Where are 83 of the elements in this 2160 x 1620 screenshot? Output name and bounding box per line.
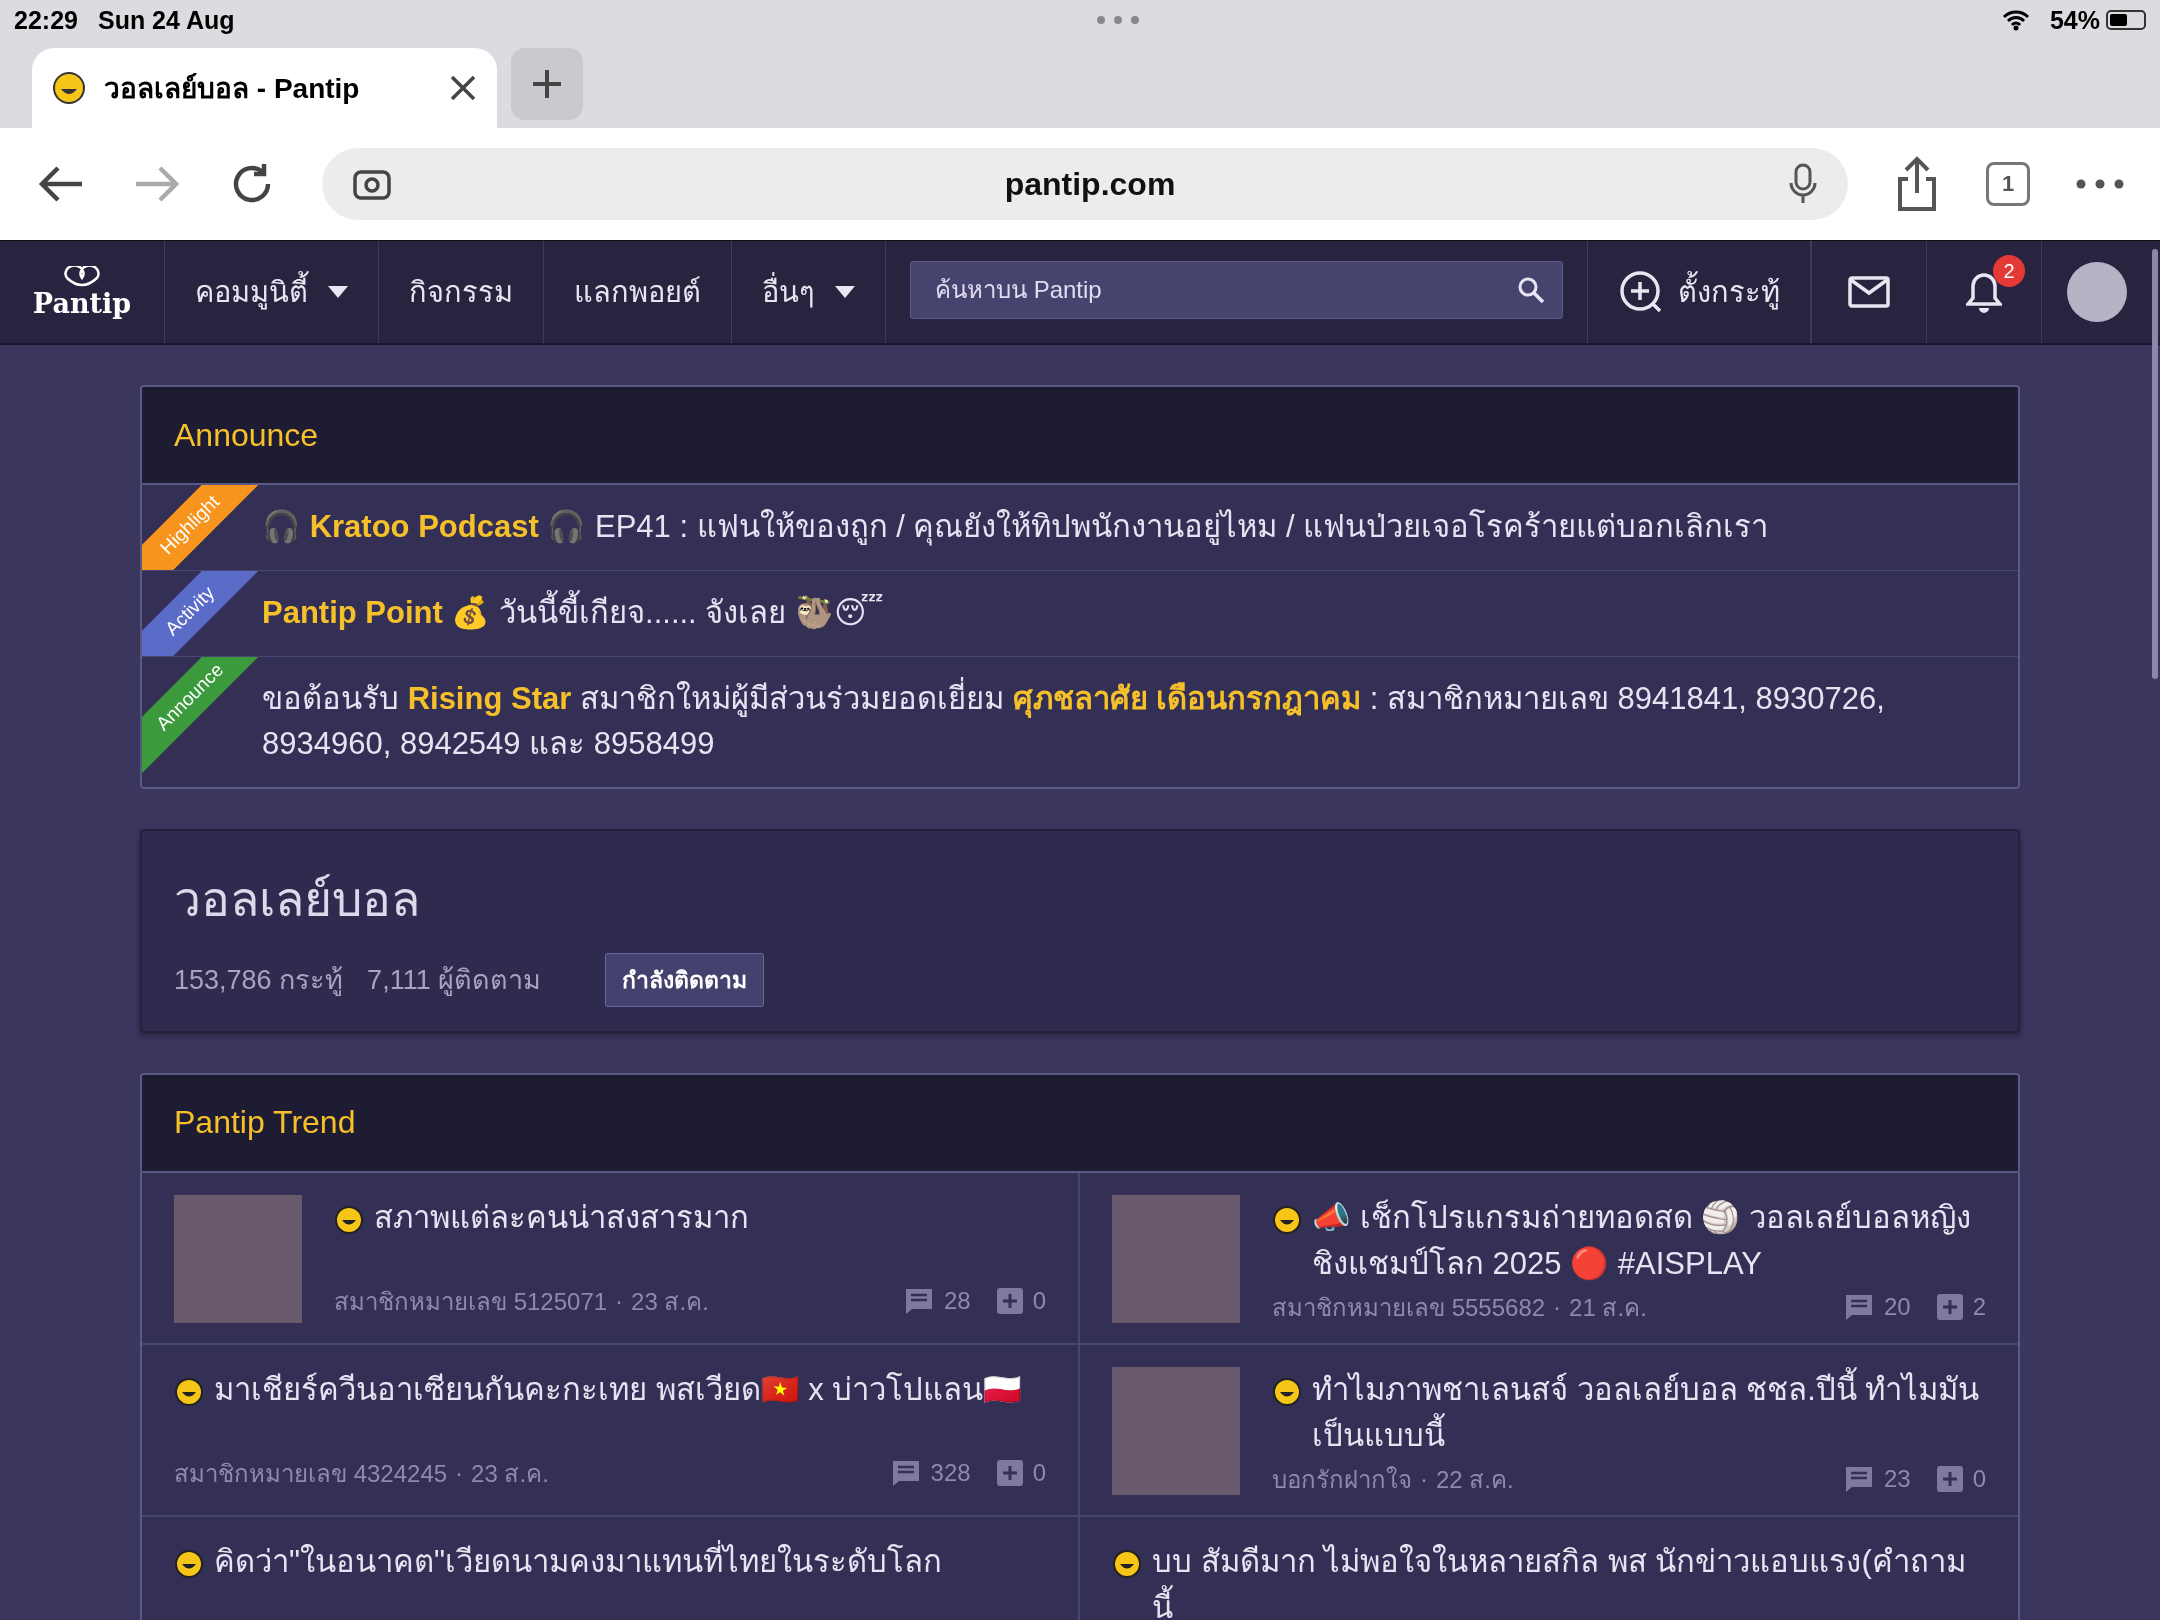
wifi-icon — [2001, 9, 2030, 31]
close-icon[interactable] — [449, 74, 477, 102]
post-date: 23 ส.ค. — [471, 1458, 549, 1489]
more-icon[interactable] — [2076, 179, 2124, 189]
author-name[interactable]: สมาชิกหมายเลข 5125071 — [334, 1281, 608, 1321]
tab-count-button[interactable]: 1 — [1986, 162, 2030, 206]
follower-count: 7,111 ผู้ติดตาม — [367, 964, 542, 998]
separator-dot: · — [1553, 1293, 1562, 1322]
post-date: 21 ส.ค. — [1569, 1292, 1647, 1323]
plus-circle-icon — [1618, 269, 1664, 315]
comment-count: 20 — [1883, 1293, 1911, 1322]
comment-count: 23 — [1883, 1465, 1911, 1494]
vote-count: 0 — [1032, 1287, 1046, 1316]
topic-card[interactable]: สภาพแต่ละคนน่าสงสารมาก สมาชิกหมายเลข 5125071 · 23 ส.ค. 28 0 — [142, 1172, 1080, 1345]
search-icon[interactable] — [1517, 276, 1545, 304]
topic-card[interactable]: ทำไมภาพชาเลนสจ์ วอลเลย์บอล ชชล.ปีนี้ ทำไมมันเป็นแบบนี้ บอกรักฝากใจ · 22 ส.ค. 23 0 — [1080, 1344, 2018, 1517]
topic-count: 153,786 กระทู้ — [174, 964, 344, 998]
battery-icon — [2106, 10, 2146, 30]
topic-title[interactable]: 📣 เช็กโปรแกรมถ่ายทอดสด 🏐 วอลเลย์บอลหญิงชิงแชมป์โลก 2025 🔴 #AISPLAY — [1312, 1194, 1986, 1288]
laughing-face-icon — [1272, 1376, 1302, 1407]
laughing-face-icon — [1272, 1204, 1302, 1235]
address-bar[interactable]: pantip.com — [322, 148, 1848, 220]
board-title: วอลเลย์บอล — [174, 871, 421, 928]
author-name[interactable]: สมาชิกหมายเลข 4324245 — [174, 1453, 448, 1493]
vote-count: 0 — [1972, 1465, 1986, 1494]
separator-dot: · — [615, 1287, 624, 1316]
comment-icon — [903, 1287, 934, 1316]
nav-menu-item[interactable]: กิจกรรม — [379, 241, 544, 343]
laughing-face-icon — [52, 71, 86, 105]
comment-count: 328 — [930, 1459, 971, 1488]
nav-menu-item[interactable]: อื่นๆ — [732, 241, 886, 343]
plus-square-icon — [996, 1460, 1023, 1487]
follow-button[interactable]: กำลังติดตาม — [605, 952, 765, 1007]
battery-percentage: 54% — [2049, 5, 2100, 35]
post-date: 22 ส.ค. — [1436, 1464, 1514, 1495]
section-title: Pantip Trend — [174, 1104, 356, 1142]
separator-dot: · — [455, 1459, 464, 1488]
browser-tab[interactable]: วอลเลย์บอล - Pantip — [32, 48, 497, 128]
announcement-text[interactable]: ขอต้อนรับ Rising Star สมาชิกใหม่ผู้มีส่วนร่วมยอดเยี่ยม ศุภชลาศัย เดือนกรกฎาคม : สมาชิกหมายเลข 8941841, 8930726, 8934960, 8942549 และ 8958499 — [262, 676, 1986, 767]
vote-count: 2 — [1972, 1293, 1986, 1322]
post-date: 23 ส.ค. — [631, 1286, 709, 1317]
separator-dot: · — [1420, 1465, 1428, 1494]
topic-card[interactable]: มาเชียร์ควีนอาเซียนกันคะกะเทย พสเวียด🇻🇳 x บ่าวโปแลน🇵🇱 สมาชิกหมายเลข 4324245 · 23 ส.ค. 328 0 — [142, 1344, 1080, 1517]
author-name[interactable]: บอกรักฝากใจ — [1272, 1459, 1412, 1499]
topic-card[interactable]: บบ สัมดีมาก ไม่พอใจในหลายสกิล พส นักข่าวแอบแรง(คำถามนี้ — [1080, 1516, 2018, 1620]
announcement-text[interactable]: 🎧 Kratoo Podcast 🎧 EP41 : แฟนให้ของถูก / คุณยังให้ทิปพนักงานอยู่ไหม / แฟนป่วยเจอโรคร้ายแต่บอกเลิกเรา — [262, 505, 1986, 550]
nav-menu-item[interactable]: แลกพอยต์ — [544, 241, 732, 343]
laughing-face-icon — [1112, 1548, 1142, 1579]
topic-card[interactable]: 📣 เช็กโปรแกรมถ่ายทอดสด 🏐 วอลเลย์บอลหญิงชิงแชมป์โลก 2025 🔴 #AISPLAY สมาชิกหมายเลข 5555682 · 21 ส.ค. 20 2 — [1080, 1172, 2018, 1345]
laughing-face-icon — [334, 1204, 364, 1235]
nav-menu-item[interactable]: คอมมูนิตี้ — [165, 241, 379, 343]
new-tab-button[interactable] — [511, 48, 583, 120]
notification-bell-icon[interactable] — [1966, 271, 2002, 313]
comment-icon — [1843, 1293, 1874, 1322]
notification-badge: 2 — [1993, 255, 2025, 287]
comment-icon — [1843, 1465, 1874, 1494]
topic-title[interactable]: สภาพแต่ละคนน่าสงสารมาก — [374, 1194, 749, 1242]
topic-title[interactable]: บบ สัมดีมาก ไม่พอใจในหลายสกิล พส นักข่าวแอบแรง(คำถามนี้ — [1152, 1538, 1986, 1620]
comment-count: 28 — [943, 1287, 971, 1316]
topic-title[interactable]: ทำไมภาพชาเลนสจ์ วอลเลย์บอล ชชล.ปีนี้ ทำไมมันเป็นแบบนี้ — [1312, 1366, 1986, 1460]
clock-time: 22:29 — [14, 5, 78, 35]
topic-card[interactable]: คิดว่า"ในอนาคต"เวียดนามคงมาแทนที่ไทยในระดับโลก — [142, 1516, 1080, 1620]
mail-icon[interactable] — [1848, 276, 1890, 308]
plus-square-icon — [1936, 1294, 1963, 1321]
more-icon — [1096, 15, 1141, 25]
laughing-face-icon — [174, 1376, 204, 1407]
search-field[interactable]: ค้นหาบน Pantip — [910, 261, 1563, 319]
announcement-text[interactable]: Pantip Point 💰 วันนี้ขี้เกียจ...... จังเลย 🦥😴 — [262, 590, 1986, 636]
topic-title[interactable]: คิดว่า"ในอนาคต"เวียดนามคงมาแทนที่ไทยในระดับโลก — [214, 1538, 942, 1586]
date-text: Sun 24 Aug — [97, 5, 235, 35]
author-name[interactable]: สมาชิกหมายเลข 5555682 — [1272, 1287, 1546, 1327]
laughing-face-icon — [174, 1548, 204, 1579]
vote-count: 0 — [1032, 1459, 1046, 1488]
section-title: Announce — [174, 416, 319, 454]
site-logo[interactable]: Pantip — [32, 287, 132, 319]
comment-icon — [890, 1459, 921, 1488]
microphone-icon[interactable] — [1788, 163, 1818, 205]
new-topic-button[interactable]: ตั้งกระทู้ — [1587, 241, 1811, 343]
plus-square-icon — [996, 1288, 1023, 1315]
plus-square-icon — [1936, 1466, 1963, 1493]
plus-icon — [531, 68, 563, 100]
avatar[interactable] — [2067, 262, 2127, 322]
topic-title[interactable]: มาเชียร์ควีนอาเซียนกันคะกะเทย พสเวียด🇻🇳 x บ่าวโปแลน🇵🇱 — [214, 1366, 1023, 1414]
